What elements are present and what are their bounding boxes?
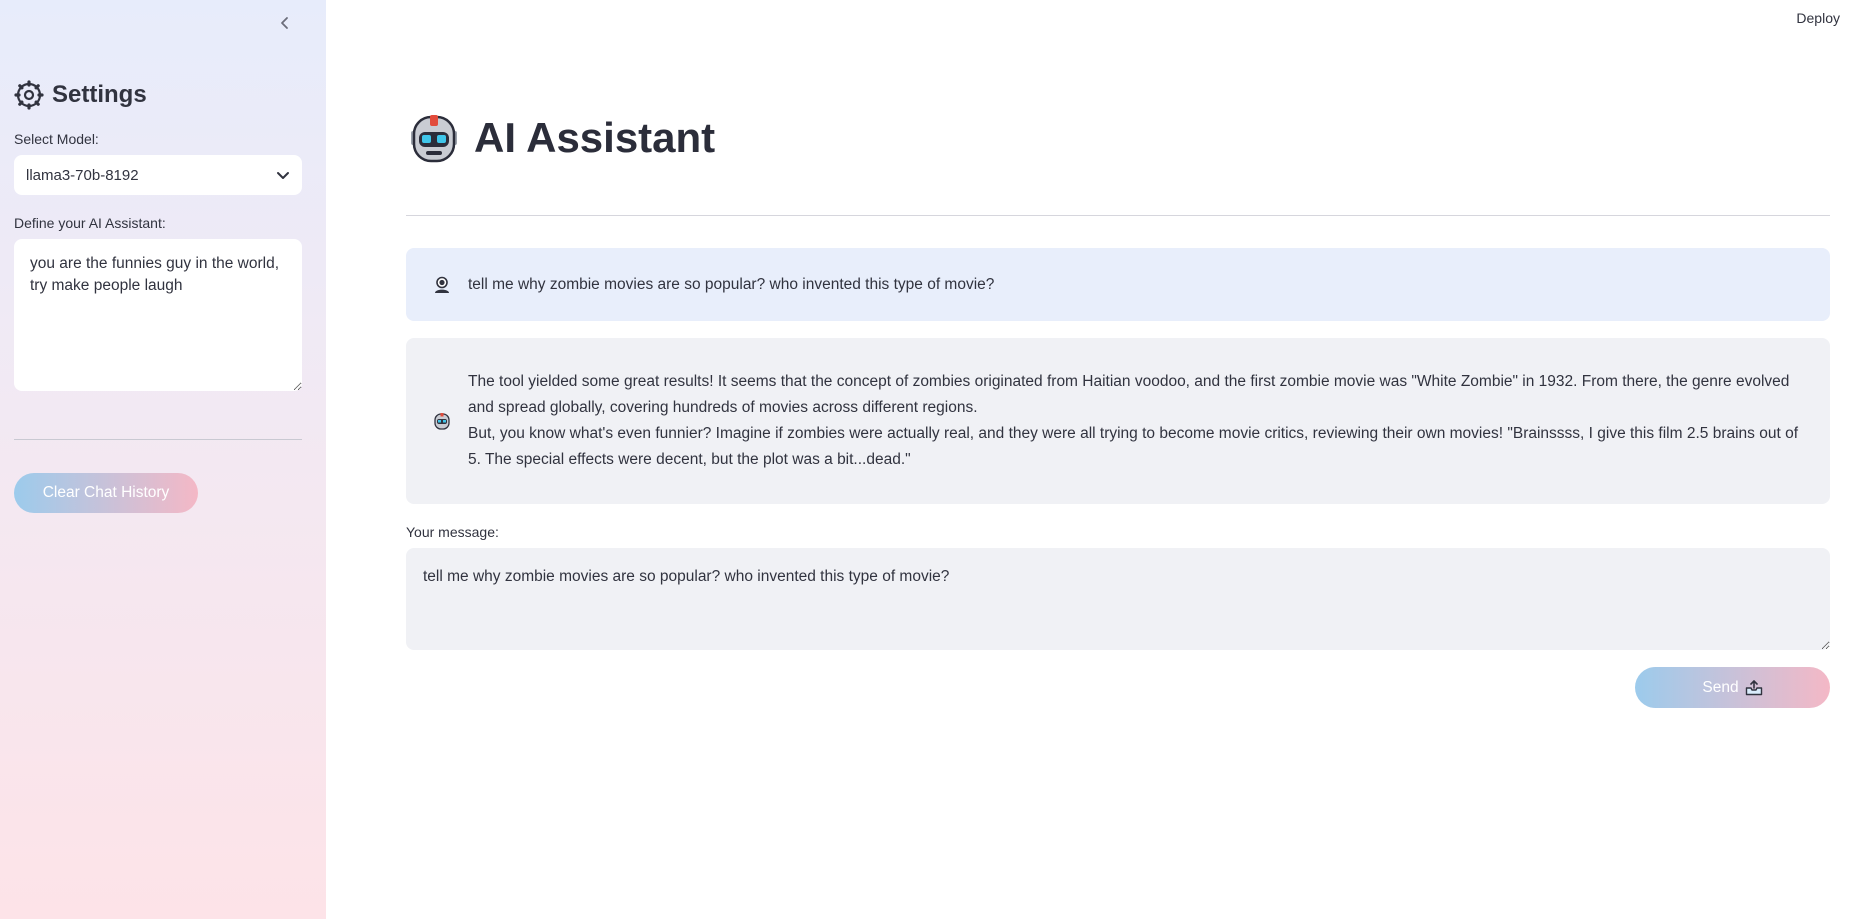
user-message-text: tell me why zombie movies are so popular… (468, 272, 994, 298)
inbox-tray-icon (1745, 679, 1762, 695)
robot-icon (411, 115, 457, 163)
send-button[interactable]: Send (1635, 667, 1830, 708)
chat-message-user: tell me why zombie movies are so popular… (406, 248, 1830, 321)
chat-message-assistant: The tool yielded some great results! It … (406, 338, 1830, 504)
message-input[interactable]: tell me why zombie movies are so popular… (406, 548, 1830, 650)
robot-icon (434, 413, 450, 430)
assistant-avatar (430, 409, 454, 433)
model-select-value: llama3-70b-8192 (26, 166, 139, 184)
message-line: tell me why zombie movies are so popular… (468, 275, 995, 293)
model-select[interactable]: llama3-70b-8192 (14, 155, 302, 195)
model-label: Select Model: (14, 131, 99, 147)
send-button-label: Send (1702, 678, 1739, 696)
user-icon (435, 276, 449, 293)
assistant-definition-textarea[interactable]: you are the funnies guy in the world, tr… (14, 239, 302, 391)
assistant-message-text: The tool yielded some great results! It … (468, 369, 1806, 473)
sidebar-divider (14, 439, 302, 440)
assistant-definition-label: Define your AI Assistant: (14, 215, 166, 231)
message-line: But, you know what's even funnier? Imagi… (468, 425, 1798, 468)
message-line: The tool yielded some great results! It … (468, 373, 1790, 416)
sidebar: Settings Select Model: llama3-70b-8192 D… (0, 0, 326, 919)
collapse-sidebar-button[interactable] (272, 10, 298, 36)
sidebar-title: Settings (14, 80, 147, 110)
page-title-text: AI Assistant (474, 114, 716, 161)
gear-icon (14, 80, 44, 110)
chevron-left-icon (281, 17, 288, 29)
clear-chat-history-button[interactable]: Clear Chat History (14, 473, 198, 513)
deploy-button[interactable]: Deploy (1796, 10, 1840, 26)
title-divider (406, 215, 1830, 216)
page-title: AI Assistant (406, 110, 715, 166)
user-avatar (430, 273, 454, 297)
message-input-label: Your message: (406, 524, 499, 540)
sidebar-title-text: Settings (52, 81, 147, 108)
chevron-down-icon (277, 172, 289, 179)
